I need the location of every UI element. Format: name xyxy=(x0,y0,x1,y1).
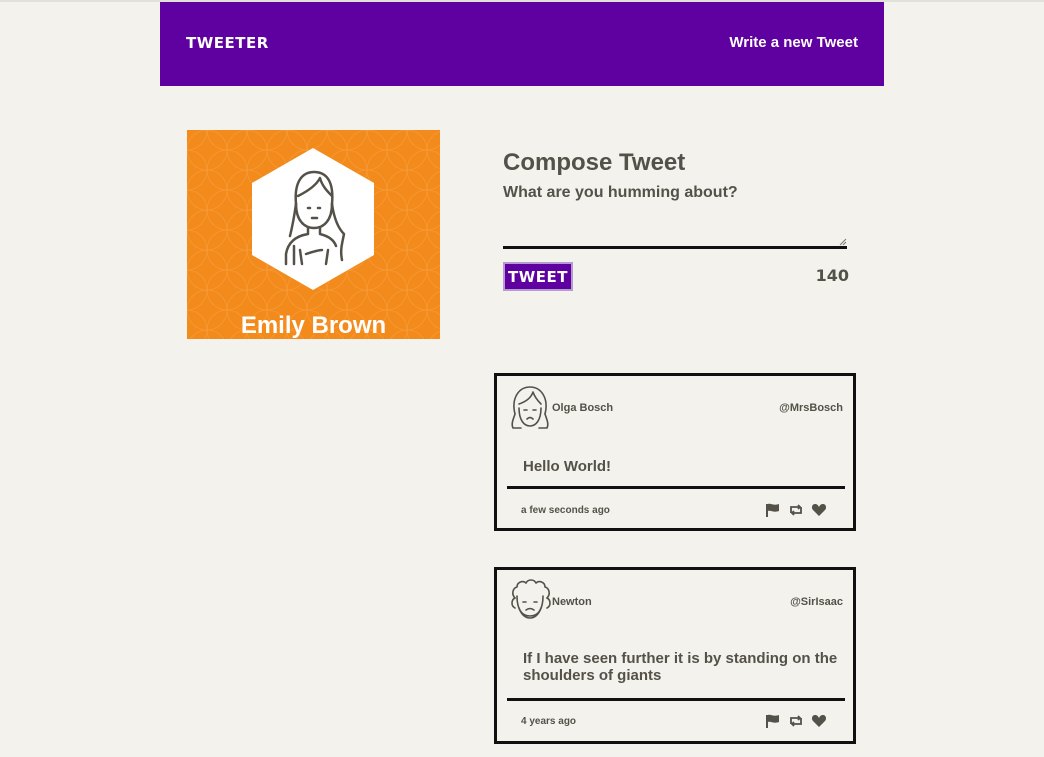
tweet-divider xyxy=(507,486,845,489)
tweet-timestamp: a few seconds ago xyxy=(521,505,610,516)
compose-section: Compose Tweet What are you humming about… xyxy=(503,146,849,291)
heart-icon[interactable] xyxy=(811,503,827,517)
woman-face-icon xyxy=(511,386,549,429)
compose-prompt: What are you humming about? xyxy=(503,184,738,201)
tweet-timestamp: 4 years ago xyxy=(521,716,577,727)
brand-logo[interactable]: TWEETER xyxy=(186,34,269,52)
tweet-actions xyxy=(765,503,827,517)
flag-icon[interactable] xyxy=(765,503,781,517)
tweet-author-handle[interactable]: @MrsBosch xyxy=(779,402,843,414)
tweet-card: Olga Bosch @MrsBosch Hello World! a few … xyxy=(494,373,856,531)
navbar: TWEETER Write a new Tweet xyxy=(160,2,884,86)
tweet-author-name[interactable]: Newton xyxy=(552,596,592,608)
compose-title: Compose Tweet xyxy=(503,149,686,176)
tweet-button[interactable]: TWEET xyxy=(503,262,573,291)
tweet-content: If I have seen further it is by standing… xyxy=(523,650,838,684)
resize-grip-icon[interactable] xyxy=(839,238,847,246)
retweet-icon[interactable] xyxy=(788,503,804,517)
char-counter: 140 xyxy=(815,266,849,285)
profile-name: Emily Brown xyxy=(240,312,387,339)
write-new-tweet-link[interactable]: Write a new Tweet xyxy=(729,34,858,51)
tweet-divider xyxy=(507,698,845,701)
retweet-icon[interactable] xyxy=(788,714,804,728)
tweet-textarea[interactable] xyxy=(503,222,847,249)
tweet-card: Newton @SirIsaac If I have seen further … xyxy=(494,567,856,744)
heart-icon[interactable] xyxy=(811,714,827,728)
flag-icon[interactable] xyxy=(765,714,781,728)
tweet-author-handle[interactable]: @SirIsaac xyxy=(790,596,843,608)
profile-avatar xyxy=(252,148,374,290)
tweet-content: Hello World! xyxy=(523,458,612,475)
profile-card: Emily Brown xyxy=(187,130,440,339)
tweet-actions xyxy=(765,714,827,728)
curly-hair-man-face-icon xyxy=(511,579,551,619)
tweet-author-name[interactable]: Olga Bosch xyxy=(552,402,613,414)
